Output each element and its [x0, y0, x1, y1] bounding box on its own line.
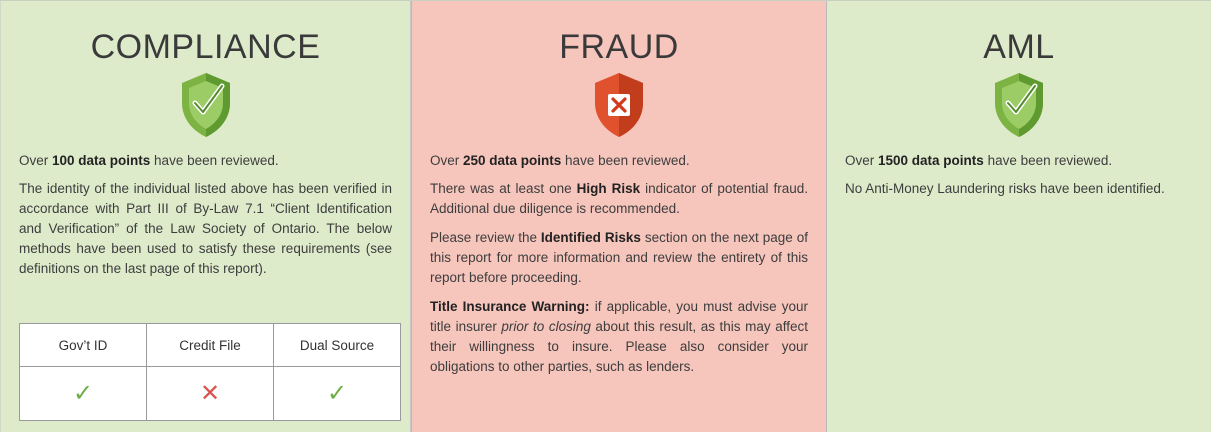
fraud-risk-indicator: There was at least one High Risk indicat…: [430, 181, 808, 216]
method-label-dual-source: Dual Source: [273, 323, 401, 367]
title-insurance-warning: Title Insurance Warning: if applicable, …: [430, 299, 809, 374]
cross-icon: ✕: [199, 379, 221, 407]
shield-check-icon: [995, 73, 1043, 137]
compliance-body: The identity of the individual listed ab…: [19, 181, 392, 276]
method-result-govt-id: ✓: [19, 366, 147, 421]
shield-check-icon: [181, 73, 230, 137]
check-icon: ✓: [72, 379, 94, 407]
method-result-dual-source: ✓: [273, 366, 401, 421]
check-icon: ✓: [326, 379, 348, 407]
fraud-summary: Over 250 data points have been reviewed.: [430, 153, 690, 168]
compliance-title: COMPLIANCE: [90, 28, 321, 66]
method-label-govt-id: Gov’t ID: [19, 323, 147, 367]
aml-summary: Over 1500 data points have been reviewed…: [845, 153, 1113, 168]
method-result-credit-file: ✕: [146, 366, 274, 421]
shield-x-icon: [595, 73, 643, 137]
fraud-title: FRAUD: [559, 28, 679, 66]
aml-panel: AML Over 1500 data points have been revi…: [827, 1, 1211, 432]
aml-body: No Anti-Money Laundering risks have been…: [845, 181, 1165, 196]
assessment-panels: COMPLIANCE Over 100 data points have bee…: [0, 0, 1211, 432]
compliance-summary: Over 100 data points have been reviewed.: [19, 153, 279, 168]
compliance-panel: COMPLIANCE Over 100 data points have bee…: [0, 1, 411, 432]
aml-title: AML: [983, 28, 1055, 66]
fraud-panel: FRAUD Over 250 data points have been rev…: [411, 1, 827, 432]
method-label-credit-file: Credit File: [146, 323, 274, 367]
fraud-review-note: Please review the Identified Risks secti…: [430, 230, 808, 285]
verification-methods-table: Gov’t ID Credit File Dual Source ✓ ✕ ✓: [19, 323, 401, 421]
